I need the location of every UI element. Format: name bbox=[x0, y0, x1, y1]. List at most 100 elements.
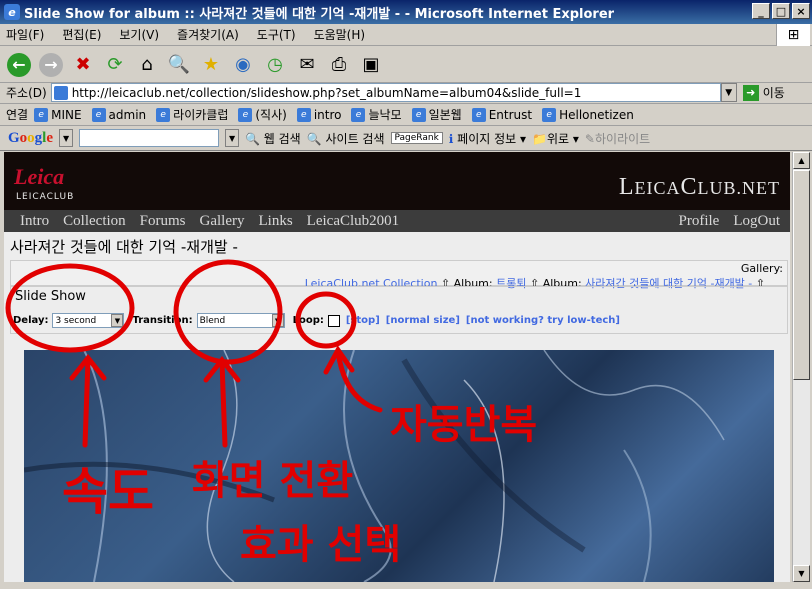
close-button[interactable]: × bbox=[792, 3, 810, 19]
window-titlebar: e Slide Show for album :: 사라져간 것들에 대한 기억… bbox=[0, 0, 812, 24]
highlight-label: 하이라이트 bbox=[594, 131, 651, 146]
page-info-label: 페이지 정보 bbox=[457, 131, 517, 146]
edit-icon[interactable]: ▣ bbox=[358, 52, 384, 78]
ie-page-icon: e bbox=[471, 107, 486, 122]
scroll-up-icon[interactable]: ▲ bbox=[793, 152, 810, 169]
back-button[interactable]: ← bbox=[6, 52, 32, 78]
google-logo[interactable]: Google bbox=[8, 130, 53, 147]
pagerank-indicator[interactable]: PageRank bbox=[390, 132, 443, 144]
google-search-input[interactable] bbox=[79, 129, 220, 147]
mail-icon[interactable]: ✉ bbox=[294, 52, 320, 78]
windows-logo-icon: ⊞ bbox=[776, 24, 810, 46]
menu-edit[interactable]: 편집(E) bbox=[62, 26, 101, 43]
site-nav: Intro Collection Forums Gallery Links Le… bbox=[4, 210, 790, 232]
link-item[interactable]: e Entrust bbox=[471, 107, 533, 122]
highlight-button[interactable]: ✎하이라이트 bbox=[585, 130, 650, 147]
page-info-button[interactable]: ℹ 페이지 정보 ▾ bbox=[449, 130, 526, 147]
highlighter-icon: ✎ bbox=[584, 131, 595, 146]
link-item[interactable]: e 라이카클럽 bbox=[156, 106, 228, 123]
link-label: 늘낙모 bbox=[368, 108, 402, 122]
nav-links[interactable]: Links bbox=[259, 213, 293, 230]
search-icon[interactable]: 🔍 bbox=[166, 52, 192, 78]
chevron-down-icon: ▼ bbox=[271, 314, 284, 327]
scroll-down-icon[interactable]: ▼ bbox=[793, 565, 810, 582]
nav-leicaclub2001[interactable]: LeicaClub2001 bbox=[307, 213, 399, 230]
menu-file[interactable]: 파일(F) bbox=[6, 26, 44, 43]
web-search-button[interactable]: 🔍 웹 검색 bbox=[245, 130, 301, 147]
favorites-star-icon[interactable]: ★ bbox=[198, 52, 224, 78]
loop-checkbox[interactable] bbox=[327, 314, 340, 327]
link-item[interactable]: e MINE bbox=[34, 107, 82, 122]
nav-collection[interactable]: Collection bbox=[63, 213, 126, 230]
address-label: 주소(D) bbox=[6, 86, 47, 100]
refresh-icon[interactable]: ⟳ bbox=[102, 52, 128, 78]
google-logo-dropdown[interactable]: ▼ bbox=[59, 129, 74, 147]
link-item[interactable]: e (직사) bbox=[238, 106, 287, 123]
vertical-scrollbar[interactable]: ▲ ▼ bbox=[792, 152, 810, 582]
home-icon[interactable]: ⌂ bbox=[134, 52, 160, 78]
address-dropdown[interactable]: ▼ bbox=[720, 83, 737, 102]
stop-link[interactable]: [stop] bbox=[346, 315, 380, 326]
breadcrumb: Gallery: LeicaClub.net Collection ⇧ Albu… bbox=[10, 260, 788, 290]
slideshow-title: Slide Show bbox=[15, 289, 86, 304]
nav-gallery[interactable]: Gallery bbox=[200, 213, 245, 230]
forward-button[interactable]: → bbox=[38, 52, 64, 78]
page-title: 사라져간 것들에 대한 기억 -재개발 - bbox=[10, 238, 238, 256]
ie-page-icon: e bbox=[351, 107, 366, 122]
transition-select[interactable]: Blend ▼ bbox=[196, 313, 285, 328]
loop-label: Loop: bbox=[292, 315, 324, 326]
link-label: 일본웹 bbox=[428, 108, 462, 122]
minimize-button[interactable]: _ bbox=[752, 3, 770, 19]
link-item[interactable]: e intro bbox=[296, 107, 342, 122]
link-label: Entrust bbox=[488, 107, 533, 122]
gallery-label: Gallery: bbox=[740, 262, 783, 275]
media-icon[interactable]: ◉ bbox=[230, 52, 256, 78]
info-icon: ℹ bbox=[448, 131, 454, 146]
address-input[interactable]: http://leicaclub.net/collection/slidesho… bbox=[50, 83, 721, 102]
history-icon[interactable]: ◷ bbox=[262, 52, 288, 78]
delay-select[interactable]: 3 second ▼ bbox=[52, 313, 125, 328]
menu-favorites[interactable]: 즐겨찾기(A) bbox=[177, 26, 239, 43]
google-toolbar: Google ▼ ▼ 🔍 웹 검색 🔍 사이트 검색 PageRank ℹ 페이… bbox=[0, 126, 812, 151]
annotation-transition-2: 효과 선택 bbox=[240, 522, 402, 568]
ie-page-icon: e bbox=[34, 107, 49, 122]
chevron-down-icon: ▼ bbox=[111, 314, 124, 327]
nav-profile[interactable]: Profile bbox=[679, 213, 720, 230]
web-search-label: 웹 검색 bbox=[263, 131, 301, 146]
back-arrow-icon: ← bbox=[7, 52, 31, 77]
link-item[interactable]: e admin bbox=[91, 107, 147, 122]
google-search-dropdown[interactable]: ▼ bbox=[225, 129, 240, 147]
site-search-button[interactable]: 🔍 사이트 검색 bbox=[307, 130, 385, 147]
window-title: Slide Show for album :: 사라져간 것들에 대한 기억 -… bbox=[24, 6, 615, 22]
scroll-thumb[interactable] bbox=[793, 170, 810, 380]
slideshow-controls: Delay: 3 second ▼ Transition: Blend ▼ Lo… bbox=[13, 313, 783, 328]
low-tech-link[interactable]: [not working? try low-tech] bbox=[466, 315, 620, 326]
go-button[interactable]: ➜ 이동 bbox=[742, 84, 785, 101]
slideshow-controls-box: Slide Show Delay: 3 second ▼ Transition:… bbox=[10, 286, 788, 334]
ie-page-icon: e bbox=[542, 107, 557, 122]
link-label: intro bbox=[313, 107, 342, 122]
annotation-speed: 속도 bbox=[62, 463, 154, 521]
maximize-button[interactable]: □ bbox=[772, 3, 790, 19]
link-item[interactable]: e Hellonetizen bbox=[542, 107, 634, 122]
print-icon[interactable]: ⎙ bbox=[326, 52, 352, 78]
transition-label: Transition: bbox=[132, 315, 193, 326]
nav-intro[interactable]: Intro bbox=[20, 213, 49, 230]
normal-size-link[interactable]: [normal size] bbox=[386, 315, 460, 326]
leica-logo[interactable]: Leica bbox=[14, 164, 64, 190]
nav-logout[interactable]: LogOut bbox=[733, 213, 780, 230]
site-header: Leica LEICACLUB LEICACLUB.NET bbox=[4, 152, 790, 210]
toolbar: ← → ✖ ⟳ ⌂ 🔍 ★ ◉ ◷ ✉ ⎙ ▣ bbox=[0, 47, 812, 83]
menu-help[interactable]: 도움말(H) bbox=[314, 26, 366, 43]
menu-view[interactable]: 보기(V) bbox=[119, 26, 159, 43]
stop-icon[interactable]: ✖ bbox=[70, 52, 96, 78]
up-button[interactable]: 📁위로 ▾ bbox=[532, 130, 579, 147]
site-search-label: 사이트 검색 bbox=[325, 131, 385, 146]
nav-forums[interactable]: Forums bbox=[140, 213, 186, 230]
link-item[interactable]: e 늘낙모 bbox=[351, 106, 402, 123]
page-icon bbox=[53, 85, 68, 100]
annotation-transition-1: 화면 전환 bbox=[192, 458, 354, 504]
link-item[interactable]: e 일본웹 bbox=[411, 106, 462, 123]
link-label: admin bbox=[108, 107, 147, 122]
menu-tools[interactable]: 도구(T) bbox=[257, 26, 296, 43]
